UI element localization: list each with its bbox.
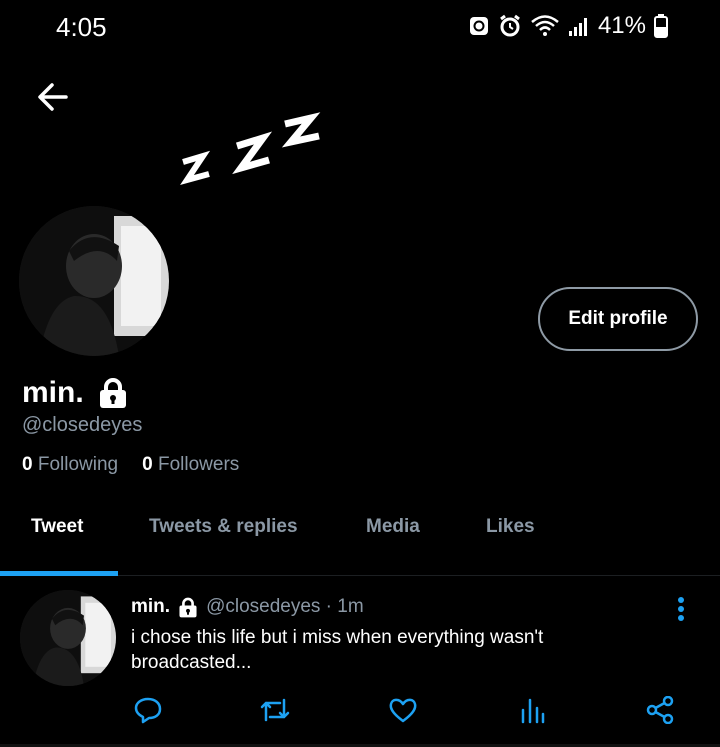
share-icon (646, 695, 674, 725)
following-link[interactable]: 0 Following (22, 454, 118, 476)
followers-label: Followers (157, 454, 240, 475)
tweet-author-name[interactable]: min. (131, 596, 170, 618)
followers-count: 0 (142, 454, 153, 475)
tab-likes[interactable]: Likes (486, 516, 535, 538)
share-button[interactable] (646, 695, 674, 729)
profile-name-row: min. (22, 376, 128, 410)
battery-icon (654, 14, 668, 38)
display-name: min. (22, 376, 84, 409)
retweet-button[interactable] (258, 696, 292, 729)
status-icons: 41% (468, 12, 668, 40)
alarm-icon (500, 14, 520, 37)
lock-icon (179, 597, 197, 617)
edit-profile-button[interactable]: Edit profile (538, 287, 698, 351)
profile-avatar[interactable] (19, 206, 169, 356)
like-button[interactable] (388, 696, 418, 729)
reply-icon (134, 697, 162, 724)
tab-tweet[interactable]: Tweet (31, 516, 83, 538)
recycle-icon (469, 17, 488, 35)
tweet-text: i chose this life but i miss when everyt… (131, 627, 544, 673)
tab-tweets-replies[interactable]: Tweets & replies (149, 516, 298, 538)
back-button[interactable] (36, 80, 70, 119)
battery-percent: 41% (597, 12, 646, 39)
arrow-left-icon (38, 83, 68, 111)
signal-icon (568, 18, 587, 36)
status-time: 4:05 (56, 12, 107, 42)
profile-handle: @closedeyes (22, 414, 143, 436)
tab-active-indicator (0, 571, 118, 576)
tweet-more-button[interactable] (671, 596, 691, 629)
like-icon (389, 698, 417, 723)
retweet-icon (260, 698, 290, 722)
tab-media[interactable]: Media (366, 516, 420, 538)
tweet-handle-time: @closedeyes · 1m (206, 596, 364, 617)
lock-icon (99, 378, 126, 408)
tweet-header: min. @closedeyes · 1m (131, 596, 364, 618)
tweet-avatar[interactable] (20, 590, 116, 686)
following-label: Following (37, 454, 119, 475)
wifi-icon (531, 15, 559, 36)
following-count: 0 (22, 454, 33, 475)
stats-icon (521, 698, 545, 724)
stats-button[interactable] (518, 696, 546, 729)
reply-button[interactable] (134, 696, 162, 729)
followers-link[interactable]: 0 Followers (142, 454, 239, 476)
follow-stats: 0 Following 0 Followers (22, 454, 239, 476)
zzz-sleep-icon (175, 110, 325, 195)
more-vertical-icon (678, 597, 684, 621)
